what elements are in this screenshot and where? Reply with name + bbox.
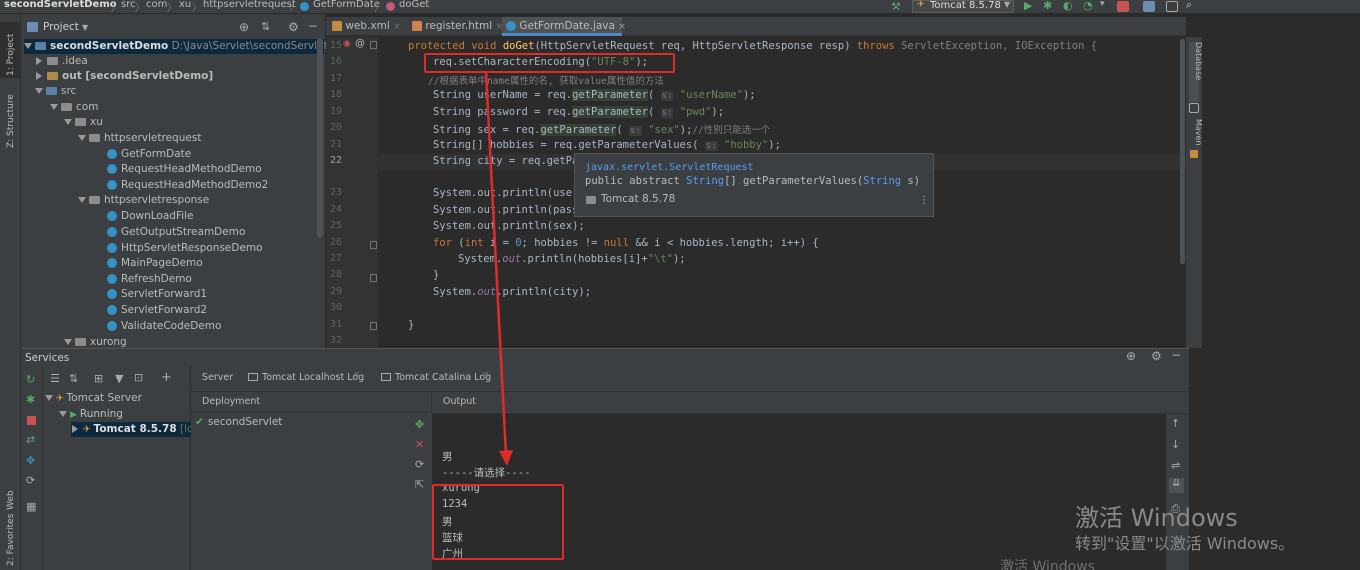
annotation-arrow bbox=[484, 72, 513, 466]
activation-watermark-echo: 激活 Windows bbox=[1000, 559, 1095, 570]
activation-watermark-title: 激活 Windows bbox=[1075, 504, 1238, 532]
activation-watermark-subtitle: 转到"设置"以激活 Windows。 bbox=[1075, 534, 1295, 553]
ide-window: secondServletDemo 〉 src 〉 com 〉 xu 〉 htt… bbox=[0, 0, 1360, 570]
